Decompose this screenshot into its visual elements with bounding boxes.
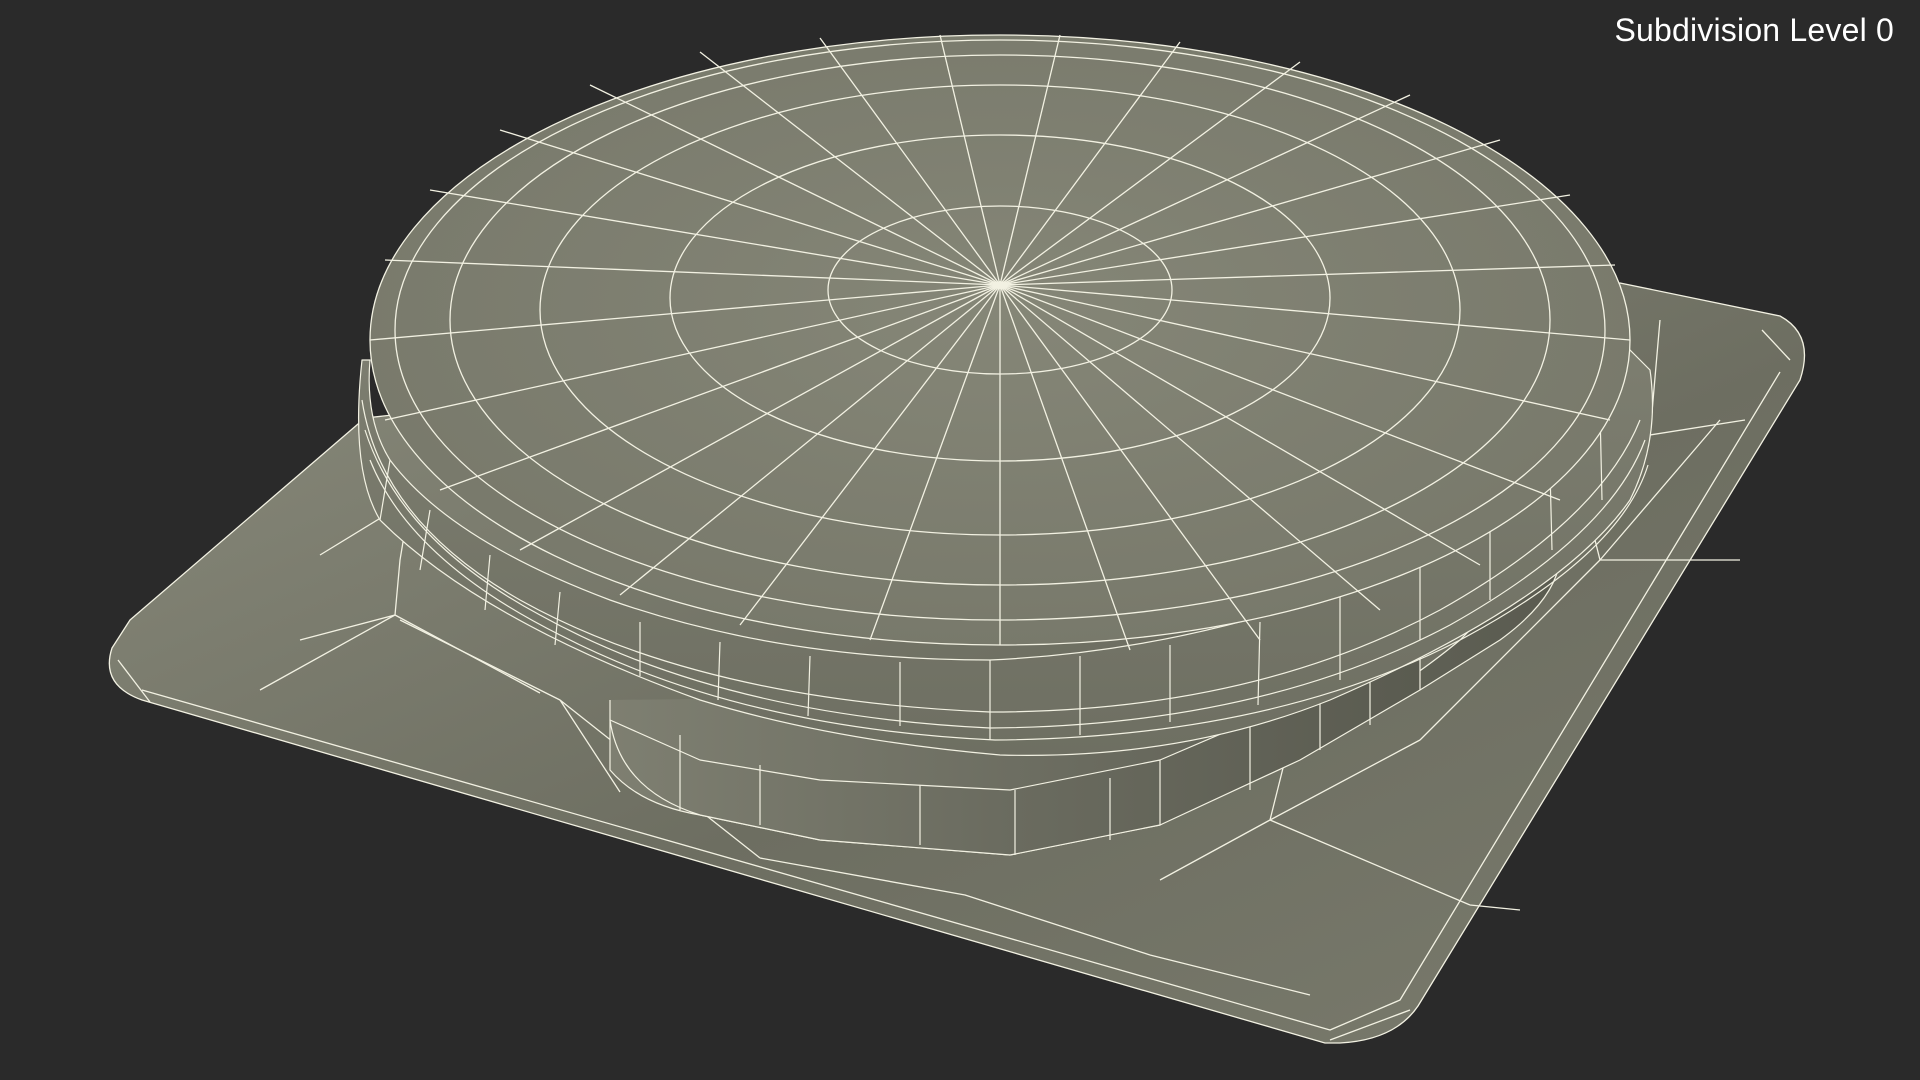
cap-top xyxy=(369,34,1631,651)
subdivision-level-label: Subdivision Level 0 xyxy=(1614,12,1894,48)
wireframe-model-render xyxy=(108,34,1806,1044)
3d-viewport[interactable]: Subdivision Level 0 xyxy=(0,0,1920,1080)
